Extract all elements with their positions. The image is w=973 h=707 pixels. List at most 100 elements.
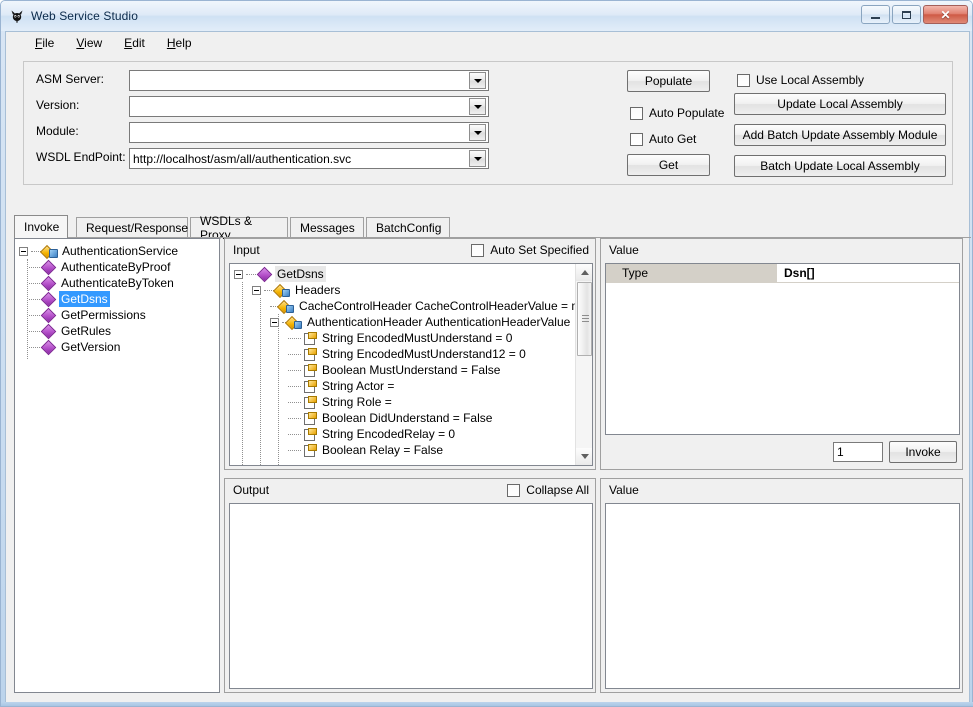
- expander-icon[interactable]: [252, 285, 261, 295]
- chevron-down-icon: [473, 104, 482, 109]
- output-content-area[interactable]: [229, 503, 593, 689]
- menu-item-help[interactable]: Help: [156, 33, 203, 53]
- input-row-0[interactable]: GetDsns: [230, 266, 592, 282]
- tree-row-getrules[interactable]: GetRules: [15, 323, 219, 339]
- input-row-7[interactable]: String Actor =: [230, 378, 592, 394]
- auto-set-specified-checkbox[interactable]: Auto Set Specified: [471, 243, 589, 257]
- wsdl-endpoint-dropdown-button[interactable]: [469, 150, 486, 167]
- populate-button[interactable]: Populate: [627, 70, 710, 92]
- menu-item-view[interactable]: View: [65, 33, 113, 53]
- get-button[interactable]: Get: [627, 154, 710, 176]
- batch-update-local-assembly-button[interactable]: Batch Update Local Assembly: [734, 155, 946, 177]
- tree-row-getversion[interactable]: GetVersion: [15, 339, 219, 355]
- version-dropdown-button[interactable]: [469, 98, 486, 115]
- wsdl-endpoint-value: http://localhost/asm/all/authentication.…: [133, 151, 352, 166]
- tree-row-getpermissions[interactable]: GetPermissions: [15, 307, 219, 323]
- field-icon: [301, 394, 317, 410]
- input-tree-container[interactable]: GetDsns Headers CacheControlHeader Cache…: [229, 263, 593, 466]
- input-row-11[interactable]: Boolean Relay = False: [230, 442, 592, 458]
- field-icon: [301, 410, 317, 426]
- tree-guide: [288, 385, 301, 387]
- invoke-button[interactable]: Invoke: [889, 441, 957, 463]
- module-label: Module:: [36, 124, 79, 138]
- scroll-down-button[interactable]: [576, 448, 592, 465]
- auto-get-label: Auto Get: [649, 132, 697, 146]
- expander-icon[interactable]: [234, 269, 243, 279]
- app-bug-icon: [9, 8, 25, 24]
- auto-populate-checkbox[interactable]: Auto Populate: [630, 106, 724, 120]
- service-icon: [41, 243, 58, 259]
- property-grid: Type Dsn[]: [606, 264, 959, 434]
- auto-set-specified-label: Auto Set Specified: [490, 243, 589, 257]
- module-dropdown-button[interactable]: [469, 124, 486, 141]
- value-bottom-content: [606, 504, 959, 510]
- tab-wsdls-proxy[interactable]: WSDLs & Proxy: [190, 214, 288, 242]
- tree-row-getdsns[interactable]: GetDsns: [15, 291, 219, 307]
- input-row-3[interactable]: AuthenticationHeader AuthenticationHeade…: [230, 314, 592, 330]
- menu-item-file[interactable]: File: [24, 33, 65, 53]
- use-local-assembly-checkbox[interactable]: Use Local Assembly: [737, 73, 864, 87]
- value-bottom-content-area[interactable]: [605, 503, 960, 689]
- maximize-button[interactable]: [892, 5, 921, 24]
- tree-row-root[interactable]: AuthenticationService: [15, 243, 219, 259]
- service-tree: AuthenticationService AuthenticateByProo…: [15, 239, 219, 359]
- update-local-assembly-button[interactable]: Update Local Assembly: [734, 93, 946, 115]
- window-bottom-edge: [1, 702, 973, 706]
- application-window: Web Service Studio ✕ File View Edit Help: [0, 0, 973, 707]
- tab-request-response[interactable]: Request/Response: [76, 217, 188, 238]
- input-row-4[interactable]: String EncodedMustUnderstand = 0: [230, 330, 592, 346]
- close-icon: ✕: [940, 7, 951, 22]
- title-bar: Web Service Studio ✕: [1, 1, 972, 31]
- value-panel-bottom: Value: [600, 478, 963, 693]
- auto-get-checkbox[interactable]: Auto Get: [630, 132, 696, 146]
- menu-item-edit[interactable]: Edit: [113, 33, 156, 53]
- input-row-2[interactable]: CacheControlHeader CacheControlHeaderVal…: [230, 298, 592, 314]
- tree-guide: [288, 337, 301, 339]
- wsdl-endpoint-combo[interactable]: http://localhost/asm/all/authentication.…: [129, 148, 489, 169]
- add-batch-update-assembly-module-button[interactable]: Add Batch Update Assembly Module: [734, 124, 946, 146]
- method-icon: [40, 307, 56, 323]
- auto-populate-label: Auto Populate: [649, 106, 725, 120]
- tab-invoke[interactable]: Invoke: [14, 215, 68, 238]
- input-row-6[interactable]: Boolean MustUnderstand = False: [230, 362, 592, 378]
- version-combo[interactable]: [129, 96, 489, 117]
- tree-guide: [288, 433, 301, 435]
- property-grid-container[interactable]: Type Dsn[]: [605, 263, 960, 435]
- method-label-authenticatebyproof: AuthenticateByProof: [61, 260, 171, 274]
- asm-server-combo[interactable]: [129, 70, 489, 91]
- input-label-relay: Boolean Relay = False: [322, 443, 444, 457]
- expander-icon[interactable]: [19, 246, 28, 256]
- collapse-all-box: [507, 483, 521, 497]
- property-row-type[interactable]: Type Dsn[]: [606, 264, 959, 283]
- input-row-10[interactable]: String EncodedRelay = 0: [230, 426, 592, 442]
- scrollbar-thumb[interactable]: [577, 282, 592, 356]
- input-row-1[interactable]: Headers: [230, 282, 592, 298]
- maximize-icon: [902, 10, 911, 19]
- input-label-role: String Role =: [322, 395, 392, 409]
- scroll-up-button[interactable]: [576, 264, 592, 281]
- invoke-count-input[interactable]: 1: [833, 442, 883, 462]
- tab-messages[interactable]: Messages: [290, 217, 364, 238]
- input-row-9[interactable]: Boolean DidUnderstand = False: [230, 410, 592, 426]
- minimize-button[interactable]: [861, 5, 890, 24]
- close-button[interactable]: ✕: [923, 5, 968, 24]
- tree-row-authenticatebytoken[interactable]: AuthenticateByToken: [15, 275, 219, 291]
- tree-vertical-guide: [242, 282, 243, 465]
- input-tree-scrollbar[interactable]: [575, 264, 592, 465]
- asm-server-dropdown-button[interactable]: [469, 72, 486, 89]
- chevron-down-icon: [473, 156, 482, 161]
- tree-guide: [288, 417, 301, 419]
- menu-rest-view: iew: [84, 35, 103, 50]
- tab-batchconfig[interactable]: BatchConfig: [366, 217, 450, 238]
- tree-row-authenticatebyproof[interactable]: AuthenticateByProof: [15, 259, 219, 275]
- service-tree-panel[interactable]: AuthenticationService AuthenticateByProo…: [14, 238, 220, 693]
- module-row: Module:: [36, 124, 136, 138]
- collapse-all-checkbox[interactable]: Collapse All: [507, 483, 589, 497]
- input-tree: GetDsns Headers CacheControlHeader Cache…: [230, 264, 592, 465]
- input-row-8[interactable]: String Role =: [230, 394, 592, 410]
- auto-get-box: [630, 132, 643, 146]
- input-row-5[interactable]: String EncodedMustUnderstand12 = 0: [230, 346, 592, 362]
- module-combo[interactable]: [129, 122, 489, 143]
- tree-guide: [29, 266, 40, 268]
- window-controls: ✕: [861, 5, 968, 24]
